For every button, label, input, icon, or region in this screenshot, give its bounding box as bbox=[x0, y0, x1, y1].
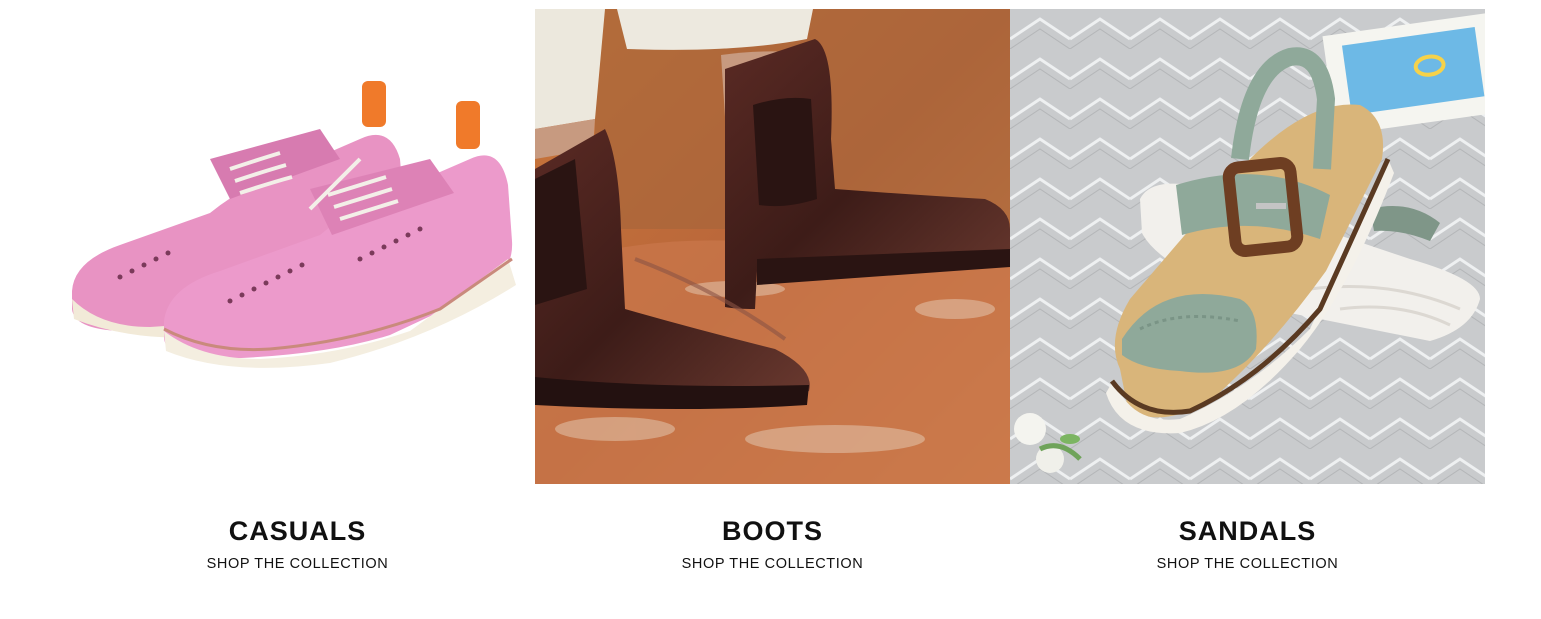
brown-chelsea-boots-illustration bbox=[535, 9, 1010, 484]
shop-collection-link[interactable]: SHOP THE COLLECTION bbox=[207, 555, 389, 573]
collection-title[interactable]: CASUALS bbox=[229, 516, 367, 546]
boots-image[interactable] bbox=[535, 9, 1010, 484]
shop-collection-link[interactable]: SHOP THE COLLECTION bbox=[682, 555, 864, 573]
collection-card-casuals[interactable]: CASUALS SHOP THE COLLECTION bbox=[60, 9, 535, 573]
casuals-image[interactable] bbox=[60, 9, 535, 484]
pink-brogue-shoes-illustration bbox=[60, 9, 535, 484]
collection-title[interactable]: BOOTS bbox=[722, 516, 823, 546]
collection-grid: CASUALS SHOP THE COLLECTION BOOTS SHOP T… bbox=[60, 9, 1485, 573]
sandals-image[interactable] bbox=[1010, 9, 1485, 484]
sage-buckle-sandal-illustration bbox=[1010, 9, 1485, 484]
collection-card-sandals[interactable]: SANDALS SHOP THE COLLECTION bbox=[1010, 9, 1485, 573]
shop-collection-link[interactable]: SHOP THE COLLECTION bbox=[1157, 555, 1339, 573]
collection-card-boots[interactable]: BOOTS SHOP THE COLLECTION bbox=[535, 9, 1010, 573]
collection-title[interactable]: SANDALS bbox=[1179, 516, 1317, 546]
